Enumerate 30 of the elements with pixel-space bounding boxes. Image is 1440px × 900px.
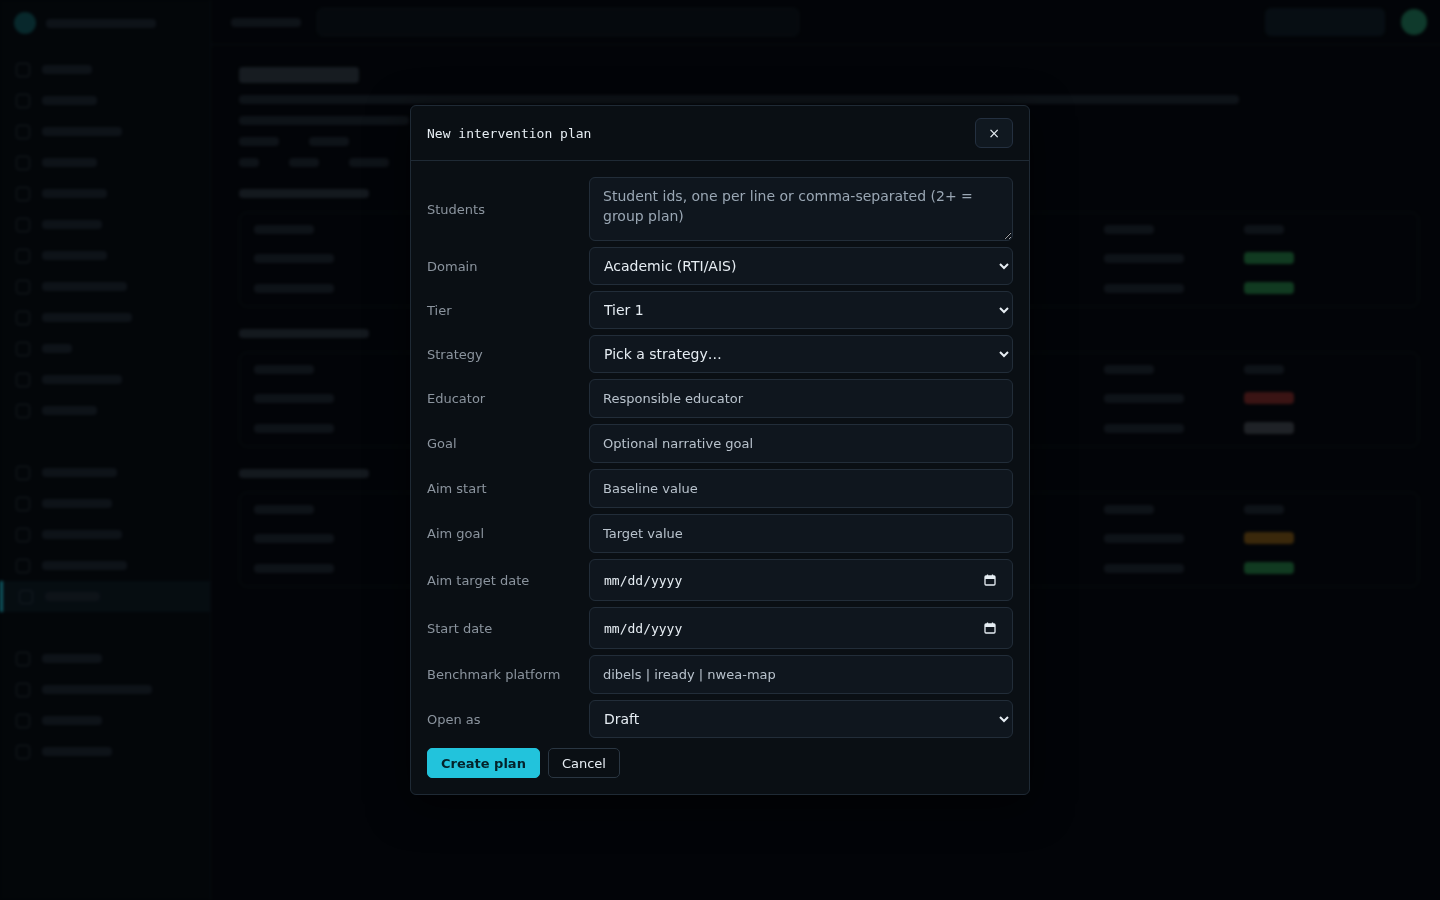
field-label: Aim start xyxy=(427,481,487,496)
input-field[interactable]: dibels | iready | nwea-map xyxy=(589,655,1013,694)
create-button[interactable]: Create plan xyxy=(427,748,540,778)
dialog-title: New intervention plan xyxy=(427,125,592,141)
date-field[interactable]: mm/dd/yyyy xyxy=(589,559,1013,601)
dropdown[interactable]: Academic (RTI/AIS) xyxy=(589,247,1013,285)
field-label: Aim goal xyxy=(427,526,485,541)
cancel-button[interactable]: Cancel xyxy=(547,748,620,778)
input-field[interactable]: Optional narrative goal xyxy=(589,424,1013,463)
dropdown[interactable]: Draft xyxy=(589,700,1013,738)
field-label: Aim target date xyxy=(427,572,530,588)
dropdown[interactable]: Tier 1 xyxy=(589,291,1013,329)
calendar-icon xyxy=(984,622,996,634)
date-field[interactable]: mm/dd/yyyy xyxy=(589,607,1013,649)
field-label: Educator xyxy=(427,391,486,406)
field-label: Domain xyxy=(427,258,478,274)
calendar-icon xyxy=(984,574,996,586)
field-label: Strategy xyxy=(427,346,483,362)
input-field[interactable]: Responsible educator xyxy=(589,379,1013,418)
field-label: Goal xyxy=(427,436,457,451)
field-label: Benchmark platform xyxy=(427,667,561,682)
input-field[interactable]: Target value xyxy=(589,514,1013,553)
dropdown[interactable]: Pick a strategy… xyxy=(589,335,1013,373)
input-field[interactable]: Baseline value xyxy=(589,469,1013,508)
field-label: Open as xyxy=(427,711,481,727)
field-label: Students xyxy=(427,201,485,217)
field-label: Start date xyxy=(427,620,493,636)
close-button[interactable]: × xyxy=(975,118,1013,148)
field-label: Tier xyxy=(427,302,452,318)
students-field[interactable]: Student ids, one per line or comma-separated (2+ = group plan) xyxy=(589,177,1013,241)
